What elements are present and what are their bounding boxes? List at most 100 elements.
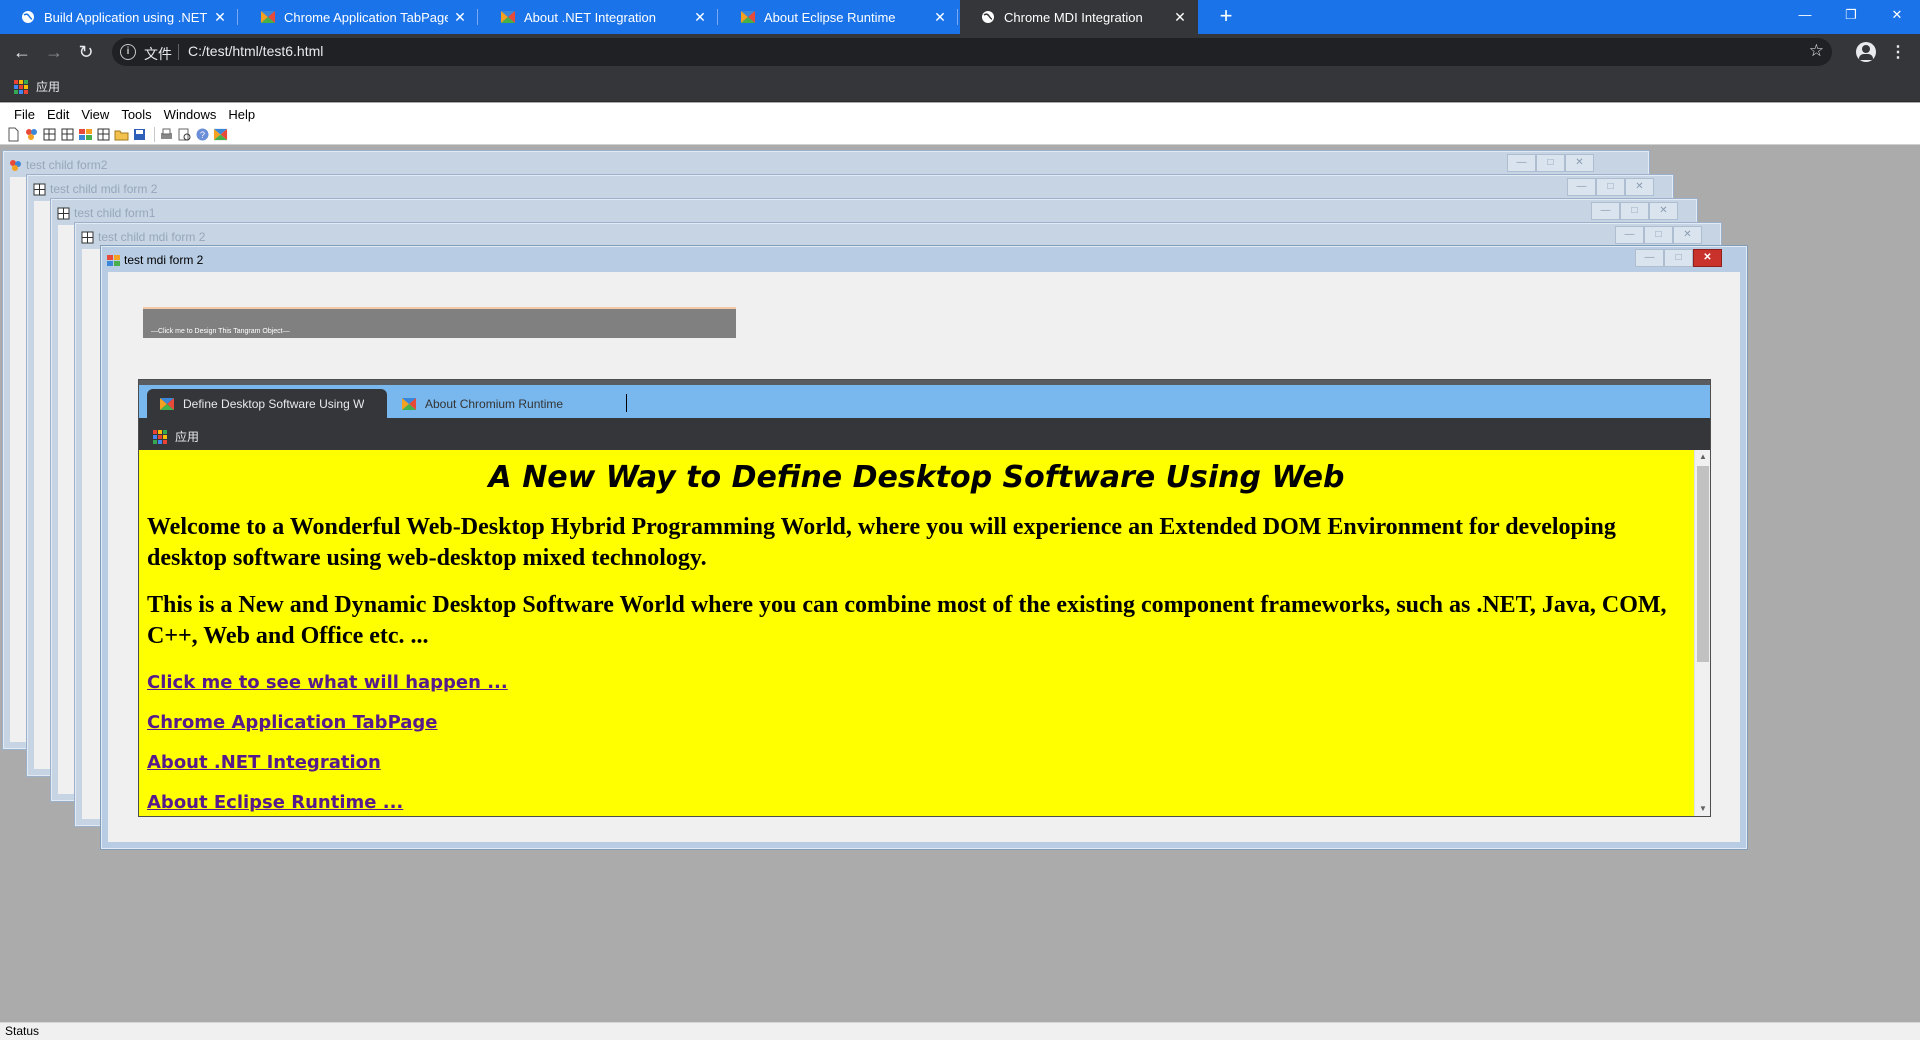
info-icon[interactable]: i bbox=[120, 44, 136, 60]
browser-toolbar: ← → ↻ i 文件 C:/test/html/test6.html ☆ ⋮ bbox=[0, 34, 1920, 70]
tangram-icon bbox=[402, 397, 416, 410]
grid-form-icon[interactable] bbox=[60, 127, 75, 142]
menu-edit[interactable]: Edit bbox=[41, 107, 75, 122]
grid-form-icon[interactable] bbox=[96, 127, 111, 142]
menu-windows[interactable]: Windows bbox=[158, 107, 223, 122]
help-globe-icon[interactable]: ? bbox=[195, 127, 210, 142]
maximize-icon[interactable]: □ bbox=[1596, 178, 1625, 196]
close-icon[interactable]: ✕ bbox=[692, 9, 708, 26]
tangram-icon bbox=[740, 9, 756, 25]
link-net-integration[interactable]: About .NET Integration bbox=[147, 752, 381, 773]
apps-grid-icon bbox=[14, 79, 28, 94]
new-tab-button[interactable]: + bbox=[1214, 5, 1238, 29]
url-text[interactable]: C:/test/html/test6.html bbox=[188, 43, 323, 59]
window-title: test child mdi form 2 bbox=[50, 182, 158, 196]
color-grid-icon[interactable] bbox=[78, 127, 93, 142]
link-chrome-tabpage[interactable]: Chrome Application TabPage bbox=[147, 712, 438, 733]
host-toolstrip: ? bbox=[0, 125, 1920, 145]
maximize-icon[interactable]: □ bbox=[1644, 226, 1673, 244]
window-title: test child mdi form 2 bbox=[98, 230, 206, 244]
link-click-me[interactable]: Click me to see what will happen ... bbox=[147, 672, 508, 693]
restore-icon[interactable]: ❐ bbox=[1828, 0, 1874, 30]
menu-view[interactable]: View bbox=[75, 107, 115, 122]
minimize-icon[interactable]: — bbox=[1782, 0, 1828, 30]
tab-title: Define Desktop Software Using W bbox=[183, 396, 365, 411]
new-document-icon[interactable] bbox=[6, 127, 21, 142]
open-folder-icon[interactable] bbox=[114, 127, 129, 142]
save-icon[interactable] bbox=[132, 127, 147, 142]
apps-shortcut[interactable]: 应用 bbox=[153, 428, 199, 445]
tab-title: Chrome Application TabPage bbox=[284, 9, 448, 25]
browser-tab[interactable]: Build Application using .NET F ✕ bbox=[0, 0, 238, 34]
menu-kebab-icon[interactable]: ⋮ bbox=[1890, 42, 1906, 62]
close-icon[interactable]: ✕ bbox=[1172, 9, 1188, 26]
frameworks-paragraph: This is a New and Dynamic Desktop Softwa… bbox=[147, 592, 1667, 649]
tab-title: Build Application using .NET F bbox=[44, 9, 208, 25]
vertical-scrollbar[interactable]: ▲ ▼ bbox=[1694, 450, 1710, 816]
text-cursor bbox=[626, 394, 627, 412]
minimize-icon[interactable]: — bbox=[1591, 202, 1620, 220]
close-icon[interactable]: ✕ bbox=[932, 9, 948, 26]
scroll-down-icon[interactable]: ▼ bbox=[1695, 802, 1711, 816]
close-icon[interactable]: ✕ bbox=[1693, 249, 1722, 267]
apps-label: 应用 bbox=[36, 80, 61, 94]
window-title: test mdi form 2 bbox=[124, 253, 204, 267]
embedded-tab-strip: Define Desktop Software Using W About Ch… bbox=[139, 380, 1710, 418]
close-icon[interactable]: ✕ bbox=[1673, 226, 1702, 244]
scroll-thumb[interactable] bbox=[1697, 466, 1709, 662]
browser-tab[interactable]: About .NET Integration ✕ bbox=[480, 0, 718, 34]
profile-avatar-icon[interactable] bbox=[1856, 42, 1876, 62]
print-preview-icon[interactable] bbox=[177, 127, 192, 142]
minimize-icon[interactable]: — bbox=[1635, 249, 1664, 267]
grid-form-icon[interactable] bbox=[42, 127, 57, 142]
minimize-icon[interactable]: — bbox=[1615, 226, 1644, 244]
menu-file[interactable]: File bbox=[8, 107, 41, 122]
close-icon[interactable]: ✕ bbox=[452, 9, 468, 26]
browser-tab[interactable]: About Eclipse Runtime ✕ bbox=[720, 0, 958, 34]
minimize-icon[interactable]: — bbox=[1507, 154, 1536, 172]
tangram-icon bbox=[260, 9, 276, 25]
minimize-icon[interactable]: — bbox=[1567, 178, 1596, 196]
window-title: test child form2 bbox=[26, 158, 108, 172]
maximize-icon[interactable]: □ bbox=[1664, 249, 1693, 267]
print-icon[interactable] bbox=[159, 127, 174, 142]
menu-tools[interactable]: Tools bbox=[115, 107, 157, 122]
color-grid-icon bbox=[107, 254, 120, 266]
status-text: Status bbox=[5, 1024, 40, 1038]
tab-title: About .NET Integration bbox=[524, 9, 657, 25]
grid-form-icon bbox=[57, 207, 70, 219]
link-eclipse-runtime[interactable]: About Eclipse Runtime ... bbox=[147, 792, 403, 813]
tangram-form-icon[interactable] bbox=[24, 127, 39, 142]
grid-form-icon bbox=[81, 231, 94, 243]
browser-tab[interactable]: Chrome Application TabPage ✕ bbox=[240, 0, 478, 34]
tangram-form-icon bbox=[10, 159, 21, 171]
close-icon[interactable]: ✕ bbox=[1649, 202, 1678, 220]
maximize-icon[interactable]: □ bbox=[1536, 154, 1565, 172]
address-bar[interactable]: i 文件 C:/test/html/test6.html ☆ bbox=[112, 38, 1832, 66]
window-title: test child form1 bbox=[74, 206, 156, 220]
star-icon[interactable]: ☆ bbox=[1809, 41, 1824, 61]
tab-title: Chrome MDI Integration bbox=[1004, 9, 1143, 25]
tangram-icon[interactable] bbox=[213, 127, 228, 142]
close-icon[interactable]: ✕ bbox=[1625, 178, 1654, 196]
close-window-icon[interactable]: ✕ bbox=[1874, 0, 1920, 30]
close-icon[interactable]: ✕ bbox=[212, 9, 228, 26]
browser-tab-active[interactable]: Chrome MDI Integration ✕ bbox=[960, 0, 1198, 34]
back-arrow-icon[interactable]: ← bbox=[10, 40, 34, 64]
reload-icon[interactable]: ↻ bbox=[74, 40, 98, 64]
browser-tab-strip: Build Application using .NET F ✕ Chrome … bbox=[0, 0, 1920, 34]
maximize-icon[interactable]: □ bbox=[1620, 202, 1649, 220]
close-icon[interactable]: ✕ bbox=[1565, 154, 1594, 172]
embedded-tab-active[interactable]: Define Desktop Software Using W bbox=[147, 389, 387, 418]
embedded-tab[interactable]: About Chromium Runtime bbox=[389, 389, 629, 418]
tab-title: About Eclipse Runtime bbox=[764, 9, 896, 25]
scroll-up-icon[interactable]: ▲ bbox=[1695, 450, 1711, 464]
menu-help[interactable]: Help bbox=[222, 107, 261, 122]
globe-icon bbox=[980, 9, 996, 25]
tangram-designer-bar[interactable]: —Click me to Design This Tangram Object— bbox=[143, 307, 736, 338]
page-content: A New Way to Define Desktop Software Usi… bbox=[139, 450, 1710, 816]
status-bar: Status bbox=[0, 1022, 1920, 1040]
globe-icon bbox=[20, 9, 36, 25]
apps-shortcut[interactable]: 应用 bbox=[14, 78, 60, 95]
forward-arrow-icon[interactable]: → bbox=[42, 40, 66, 64]
